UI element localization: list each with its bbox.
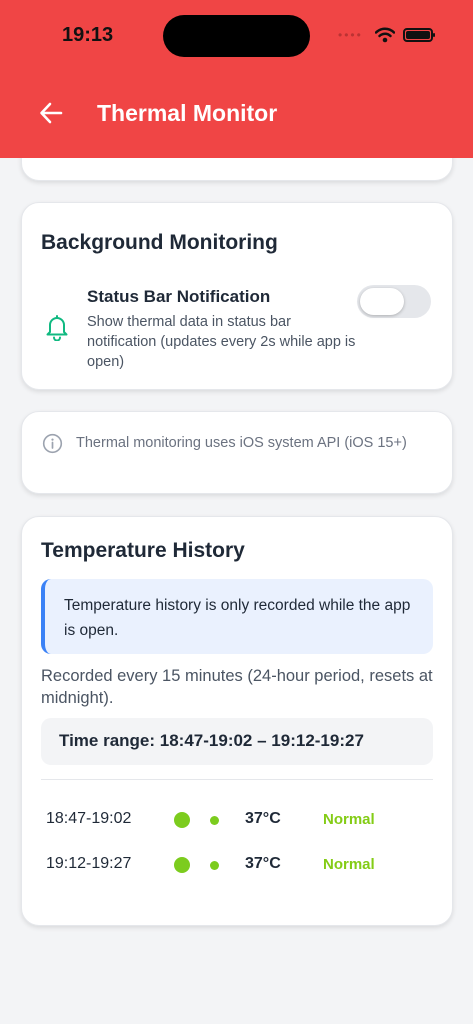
temperature-dot (174, 812, 190, 828)
status-dot (210, 861, 219, 870)
battery-icon (402, 28, 435, 42)
temperature-history-title: Temperature History (41, 539, 245, 562)
temperature-dot (174, 857, 190, 873)
info-icon (42, 433, 63, 454)
history-row-temp: 37°C (245, 855, 281, 872)
arrow-left-icon[interactable] (38, 100, 64, 126)
bell-icon (46, 315, 68, 341)
status-dot (210, 816, 219, 825)
history-row-status: Normal (323, 811, 375, 828)
time-range: Time range: 18:47-19:02 – 19:12-19:27 (41, 718, 433, 765)
app-header: 19:13 •••• Thermal Monitor (0, 0, 473, 158)
history-row-status: Normal (323, 856, 375, 873)
status-bar-notification-toggle[interactable] (357, 285, 431, 318)
history-row: 18:47-19:02 37°C Normal (41, 805, 433, 835)
info-text: Thermal monitoring uses iOS system API (… (76, 435, 407, 451)
background-monitoring-title: Background Monitoring (41, 231, 278, 254)
status-icons: •••• (338, 25, 435, 45)
temperature-history-card: Temperature History Temperature history … (21, 516, 453, 926)
history-row: 19:12-19:27 37°C Normal (41, 850, 433, 880)
page-title: Thermal Monitor (97, 100, 278, 126)
history-row-temp: 37°C (245, 810, 281, 827)
toggle-knob (360, 288, 404, 315)
dynamic-island (163, 15, 310, 57)
history-row-time: 18:47-19:02 (46, 810, 132, 827)
status-bar-notification-description: Show thermal data in status bar notifica… (87, 314, 356, 370)
status-bar-notification-title: Status Bar Notification (87, 287, 271, 306)
history-notice: Temperature history is only recorded whi… (41, 579, 433, 654)
signal-dots-icon: •••• (338, 28, 363, 42)
divider (41, 779, 433, 780)
history-row-time: 19:12-19:27 (46, 855, 132, 872)
info-card: Thermal monitoring uses iOS system API (… (21, 411, 453, 494)
status-time: 19:13 (62, 24, 114, 46)
recorded-note: Recorded every 15 minutes (24-hour perio… (41, 667, 433, 707)
background-monitoring-card: Background Monitoring Status Bar Notific… (21, 202, 453, 390)
wifi-icon (374, 27, 395, 43)
